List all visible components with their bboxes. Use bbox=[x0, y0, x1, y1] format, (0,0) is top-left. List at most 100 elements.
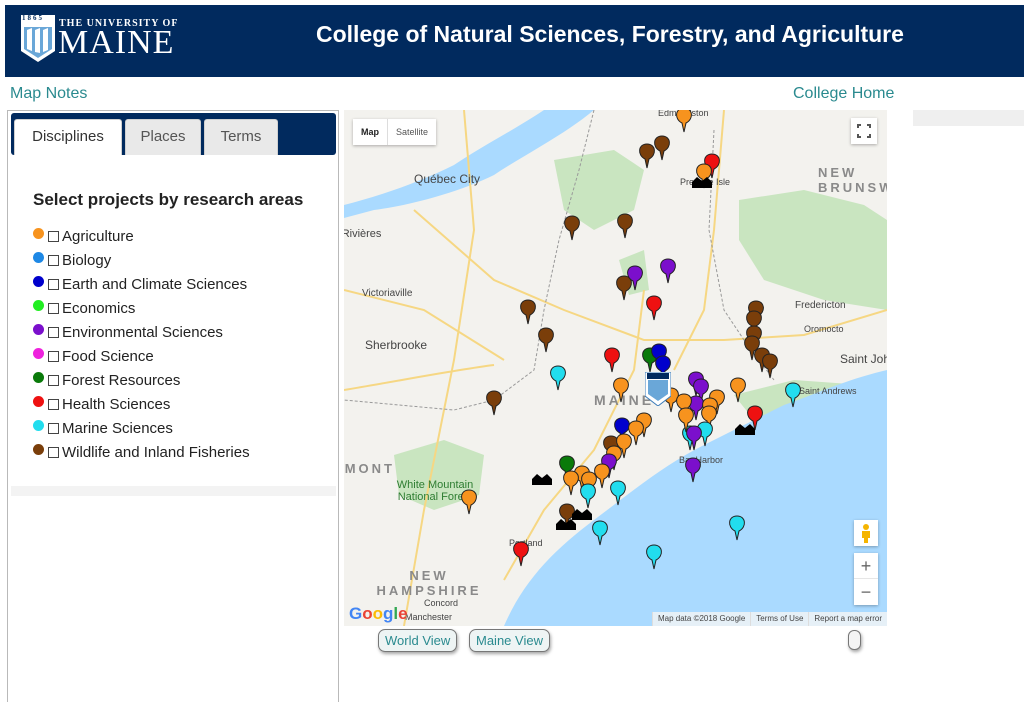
panel-toggle-handle[interactable] bbox=[848, 630, 861, 650]
research-area-item[interactable]: Food Science bbox=[33, 344, 250, 368]
category-checkbox[interactable] bbox=[48, 302, 59, 314]
google-logo: Google bbox=[349, 604, 408, 623]
report-map-error-link[interactable]: Report a map error bbox=[808, 612, 887, 626]
map-marker-pin[interactable] bbox=[564, 215, 580, 241]
category-color-dot-icon bbox=[33, 323, 44, 335]
category-label: Earth and Climate Sciences bbox=[62, 275, 248, 293]
map-type-control: Map Satellite bbox=[353, 119, 437, 145]
college-home-link[interactable]: College Home bbox=[793, 85, 894, 103]
side-panel: Disciplines Places Terms Select projects… bbox=[7, 110, 339, 702]
tab-bar: Disciplines Places Terms bbox=[11, 113, 336, 155]
category-checkbox[interactable] bbox=[48, 350, 59, 362]
category-label: Food Science bbox=[62, 347, 154, 365]
map-marker-pin[interactable] bbox=[730, 377, 746, 403]
category-label: Health Sciences bbox=[62, 395, 171, 413]
map-marker-pin[interactable] bbox=[563, 470, 579, 496]
map-marker-pin[interactable] bbox=[610, 480, 626, 506]
map-marker-pin[interactable] bbox=[617, 213, 633, 239]
map-marker-pin[interactable] bbox=[646, 544, 662, 570]
map-marker-pin[interactable] bbox=[461, 489, 477, 515]
fullscreen-button[interactable] bbox=[851, 118, 877, 144]
panel-heading: Select projects by research areas bbox=[33, 190, 304, 209]
map-marker-pin[interactable] bbox=[594, 463, 610, 489]
map-marker-pin[interactable] bbox=[762, 353, 778, 379]
map-marker-pin[interactable] bbox=[486, 390, 502, 416]
panel-footer-bar bbox=[11, 486, 336, 496]
map-marker-pin[interactable] bbox=[604, 347, 620, 373]
category-checkbox[interactable] bbox=[48, 374, 59, 386]
site-header: 1865 THE UNIVERSITY OF MAINE College of … bbox=[5, 5, 1024, 77]
category-color-dot-icon bbox=[33, 251, 44, 263]
research-area-item[interactable]: Earth and Climate Sciences bbox=[33, 272, 250, 296]
tab-disciplines[interactable]: Disciplines bbox=[14, 119, 122, 155]
map-markers bbox=[461, 110, 801, 570]
category-label: Forest Resources bbox=[62, 371, 181, 389]
category-label: Marine Sciences bbox=[62, 419, 173, 437]
map-marker-pin[interactable] bbox=[685, 457, 701, 483]
category-checkbox[interactable] bbox=[48, 446, 59, 458]
building-icon[interactable] bbox=[735, 424, 755, 435]
category-checkbox[interactable] bbox=[48, 422, 59, 434]
category-color-dot-icon bbox=[33, 347, 44, 359]
category-checkbox[interactable] bbox=[48, 230, 59, 242]
category-label: Economics bbox=[62, 299, 136, 317]
logo-maine: MAINE bbox=[58, 24, 175, 61]
map-marker-pin[interactable] bbox=[676, 110, 692, 133]
category-color-dot-icon bbox=[33, 299, 44, 311]
category-color-dot-icon bbox=[33, 371, 44, 383]
map-marker-pin[interactable] bbox=[580, 483, 596, 509]
logo-year: 1865 bbox=[22, 14, 44, 22]
research-area-item[interactable]: Agriculture bbox=[33, 224, 250, 248]
category-label: Agriculture bbox=[62, 227, 134, 245]
category-color-dot-icon bbox=[33, 227, 44, 239]
right-panel-bar bbox=[913, 110, 1024, 126]
university-campus-marker[interactable] bbox=[644, 371, 672, 407]
map-marker-pin[interactable] bbox=[660, 258, 676, 284]
map-marker-pin[interactable] bbox=[513, 541, 529, 567]
category-checkbox[interactable] bbox=[48, 278, 59, 290]
map-view[interactable]: Québec City Edmundston Presque Isle NEW … bbox=[344, 110, 887, 626]
map-marker-pin[interactable] bbox=[538, 327, 554, 353]
research-area-item[interactable]: Health Sciences bbox=[33, 392, 250, 416]
category-checkbox[interactable] bbox=[48, 254, 59, 266]
research-area-item[interactable]: Wildlife and Inland Fisheries bbox=[33, 440, 250, 464]
map-type-map-button[interactable]: Map bbox=[353, 119, 388, 145]
tab-terms[interactable]: Terms bbox=[204, 119, 278, 155]
map-type-satellite-button[interactable]: Satellite bbox=[388, 119, 436, 145]
research-area-item[interactable]: Economics bbox=[33, 296, 250, 320]
world-view-button[interactable]: World View bbox=[378, 629, 458, 652]
map-marker-pin[interactable] bbox=[550, 365, 566, 391]
tab-places[interactable]: Places bbox=[125, 119, 201, 155]
terms-of-use-link[interactable]: Terms of Use bbox=[750, 612, 808, 626]
map-marker-pin[interactable] bbox=[592, 520, 608, 546]
research-area-list: Agriculture Biology Earth and Climate Scie… bbox=[33, 224, 250, 464]
map-marker-pin[interactable] bbox=[654, 135, 670, 161]
map-marker-pin[interactable] bbox=[646, 295, 662, 321]
zoom-in-button[interactable]: + bbox=[854, 553, 878, 579]
category-label: Wildlife and Inland Fisheries bbox=[62, 443, 250, 461]
category-color-dot-icon bbox=[33, 395, 44, 407]
research-area-item[interactable]: Biology bbox=[33, 248, 250, 272]
zoom-out-button[interactable]: − bbox=[854, 579, 878, 605]
maine-view-button[interactable]: Maine View bbox=[469, 629, 550, 652]
map-marker-pin[interactable] bbox=[785, 382, 801, 408]
building-icon[interactable] bbox=[572, 509, 592, 520]
category-color-dot-icon bbox=[33, 419, 44, 431]
fullscreen-icon bbox=[857, 124, 871, 138]
map-marker-pin[interactable] bbox=[729, 515, 745, 541]
map-notes-link[interactable]: Map Notes bbox=[10, 85, 87, 103]
research-area-item[interactable]: Environmental Sciences bbox=[33, 320, 250, 344]
map-marker-pin[interactable] bbox=[520, 299, 536, 325]
research-area-item[interactable]: Forest Resources bbox=[33, 368, 250, 392]
category-checkbox[interactable] bbox=[48, 326, 59, 338]
map-marker-pin[interactable] bbox=[613, 377, 629, 403]
map-marker-pin[interactable] bbox=[639, 143, 655, 169]
research-area-item[interactable]: Marine Sciences bbox=[33, 416, 250, 440]
building-icon[interactable] bbox=[532, 474, 552, 485]
category-checkbox[interactable] bbox=[48, 398, 59, 410]
map-marker-pin[interactable] bbox=[616, 275, 632, 301]
category-color-dot-icon bbox=[33, 443, 44, 455]
university-logo[interactable]: 1865 THE UNIVERSITY OF MAINE bbox=[17, 13, 182, 68]
street-view-pegman[interactable] bbox=[854, 520, 878, 546]
map-attribution: Map data ©2018 Google Terms of Use Repor… bbox=[651, 612, 887, 626]
